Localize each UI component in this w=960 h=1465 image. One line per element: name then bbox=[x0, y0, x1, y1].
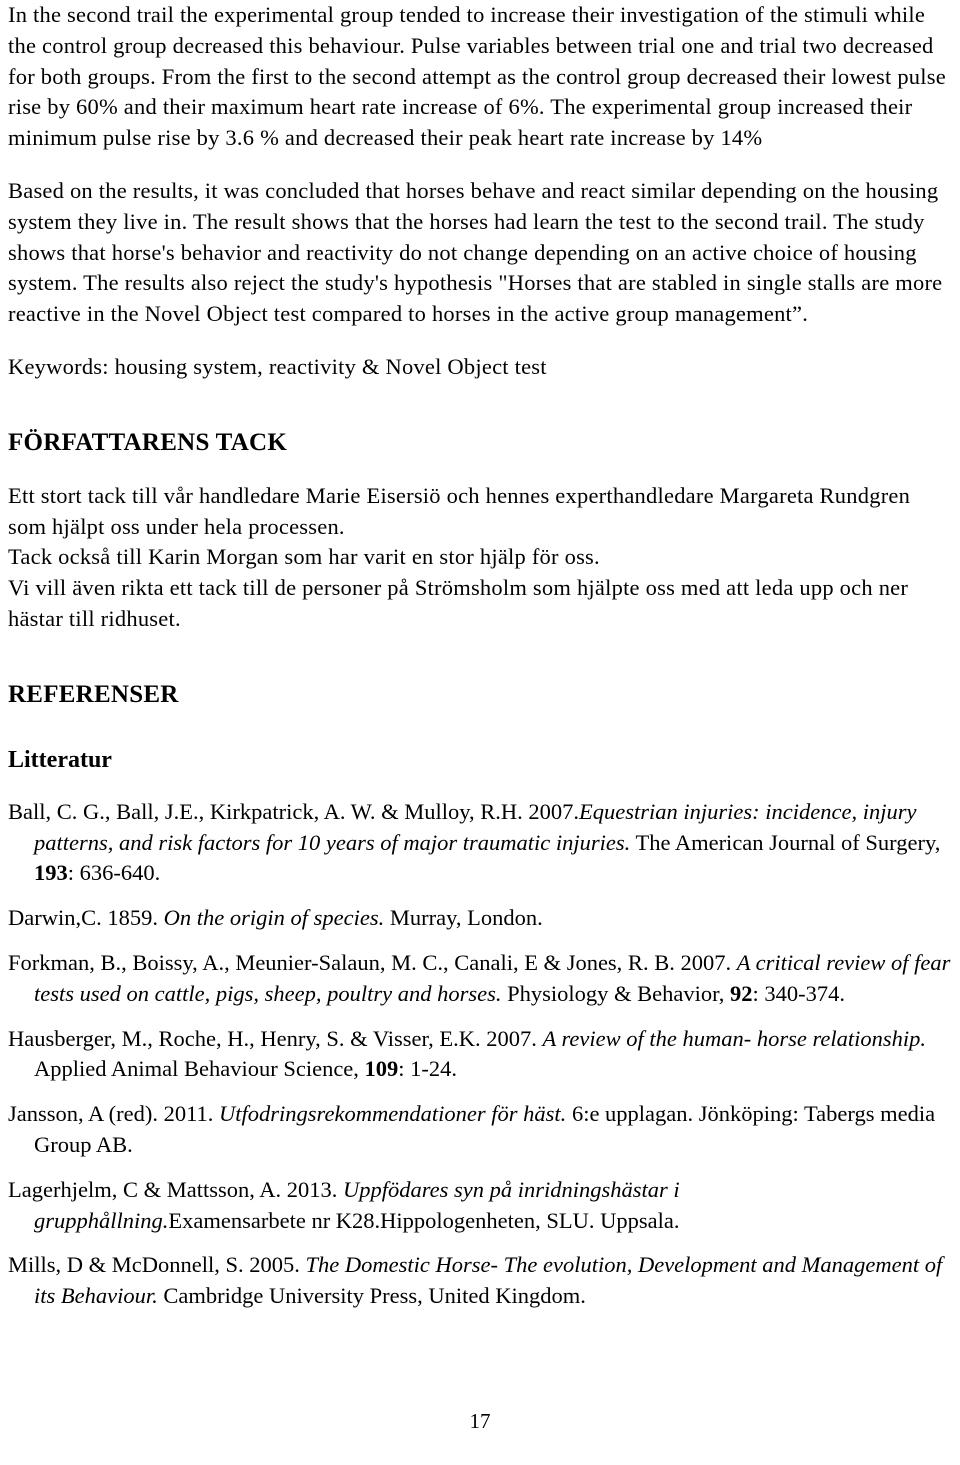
reference-item: Mills, D & McDonnell, S. 2005. The Domes… bbox=[8, 1250, 954, 1312]
reference-title: A review of the human- horse relationshi… bbox=[542, 1025, 927, 1051]
reference-source: Physiology & Behavior, bbox=[501, 980, 730, 1006]
acknowledgements-line-2: Tack också till Karin Morgan som har var… bbox=[8, 544, 600, 570]
reference-item: Forkman, B., Boissy, A., Meunier-Salaun,… bbox=[8, 948, 954, 1010]
reference-list: Ball, C. G., Ball, J.E., Kirkpatrick, A.… bbox=[8, 797, 954, 1312]
acknowledgements-line-1: Ett stort tack till vår handledare Marie… bbox=[8, 482, 911, 539]
reference-authors-year: Hausberger, M., Roche, H., Henry, S. & V… bbox=[8, 1025, 543, 1051]
reference-item: Ball, C. G., Ball, J.E., Kirkpatrick, A.… bbox=[8, 797, 954, 889]
reference-pages: : 636-640. bbox=[67, 860, 161, 886]
references-heading: REFERENSER bbox=[8, 680, 179, 708]
reference-source: Applied Animal Behaviour Science, bbox=[34, 1056, 365, 1082]
reference-item: Darwin,C. 1859. On the origin of species… bbox=[8, 903, 954, 934]
reference-pages: : 1-24. bbox=[398, 1056, 458, 1082]
paragraph-conclusion: Based on the results, it was concluded t… bbox=[8, 177, 943, 327]
reference-volume: 92 bbox=[729, 980, 753, 1006]
reference-item: Lagerhjelm, C & Mattsson, A. 2013. Uppfö… bbox=[8, 1175, 954, 1237]
reference-item: Hausberger, M., Roche, H., Henry, S. & V… bbox=[8, 1024, 954, 1086]
reference-title: Utfodringsrekommendationer för häst. bbox=[219, 1101, 567, 1127]
reference-authors-year: Darwin,C. 1859. bbox=[8, 905, 164, 931]
references-subheading: Litteratur bbox=[8, 746, 112, 773]
reference-authors-year: Jansson, A (red). 2011. bbox=[8, 1101, 220, 1127]
reference-title: On the origin of species. bbox=[163, 905, 385, 931]
reference-item: Jansson, A (red). 2011. Utfodringsrekomm… bbox=[8, 1099, 954, 1161]
paragraph-keywords: Keywords: housing system, reactivity & N… bbox=[8, 353, 547, 379]
paragraph-results-summary: In the second trail the experimental gro… bbox=[8, 2, 946, 151]
reference-source: Examensarbete nr K28.Hippologenheten, SL… bbox=[168, 1207, 680, 1233]
reference-source: Murray, London. bbox=[384, 905, 543, 931]
reference-source: Cambridge University Press, United Kingd… bbox=[157, 1283, 586, 1309]
page-number: 17 bbox=[469, 1409, 491, 1433]
document-page: In the second trail the experimental gro… bbox=[0, 0, 960, 1465]
reference-volume: 109 bbox=[364, 1056, 399, 1082]
acknowledgements-heading: FÖRFATTARENS TACK bbox=[8, 428, 288, 456]
reference-authors-year: Lagerhjelm, C & Mattsson, A. 2013. bbox=[8, 1176, 343, 1202]
reference-authors-year: Ball, C. G., Ball, J.E., Kirkpatrick, A.… bbox=[8, 798, 580, 824]
reference-pages: : 340-374. bbox=[752, 980, 845, 1006]
reference-authors-year: Forkman, B., Boissy, A., Meunier-Salaun,… bbox=[8, 949, 737, 975]
acknowledgements-line-3: Vi vill även rikta ett tack till de pers… bbox=[8, 575, 909, 631]
reference-volume: 193 bbox=[34, 860, 68, 886]
reference-source: The American Journal of Surgery, bbox=[630, 829, 941, 855]
reference-authors-year: Mills, D & McDonnell, S. 2005. bbox=[8, 1252, 306, 1278]
